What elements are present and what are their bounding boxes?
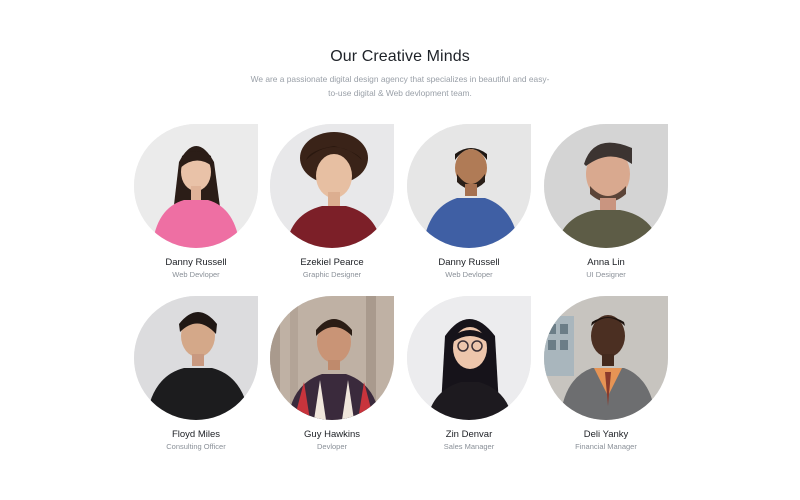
member-role: Sales Manager — [443, 442, 495, 451]
member-portrait — [407, 296, 531, 420]
team-member-card[interactable]: Floyd Miles Consulting Officer — [134, 296, 260, 456]
member-photo — [270, 124, 394, 248]
team-member-card[interactable]: Zin Denvar Sales Manager — [407, 296, 533, 456]
member-portrait — [270, 124, 394, 248]
member-name: Anna Lin — [587, 257, 625, 268]
member-portrait — [270, 296, 394, 420]
member-name: Guy Hawkins — [304, 429, 360, 440]
member-role: Consulting Officer — [166, 442, 226, 451]
member-photo — [134, 124, 258, 248]
member-portrait — [544, 124, 668, 248]
team-member-card[interactable]: Ezekiel Pearce Graphic Designer — [270, 124, 396, 284]
member-name: Floyd Miles — [171, 429, 221, 440]
team-member-card[interactable]: Deli Yanky Financial Manager — [544, 296, 670, 456]
page-title: Our Creative Minds — [330, 48, 470, 65]
member-name: Danny Russell — [438, 257, 500, 268]
member-name: Zin Denvar — [445, 429, 493, 440]
member-photo — [270, 296, 394, 420]
team-member-card[interactable]: Danny Russell Web Devloper — [407, 124, 533, 284]
member-photo — [544, 296, 668, 420]
team-member-card[interactable]: Danny Russell Web Devloper — [134, 124, 260, 284]
member-portrait — [544, 296, 668, 420]
member-role: Web Devloper — [445, 270, 493, 279]
member-photo — [544, 124, 668, 248]
member-role: Web Devloper — [172, 270, 220, 279]
member-photo — [407, 124, 531, 248]
member-name: Ezekiel Pearce — [300, 257, 364, 268]
member-photo — [407, 296, 531, 420]
member-portrait — [134, 296, 258, 420]
member-name: Danny Russell — [165, 257, 227, 268]
member-role: Graphic Designer — [302, 270, 362, 279]
member-portrait — [134, 124, 258, 248]
member-role: UI Designer — [586, 270, 626, 279]
member-portrait — [407, 124, 531, 248]
member-name: Deli Yanky — [583, 429, 629, 440]
member-role: Devloper — [316, 442, 347, 451]
member-photo — [134, 296, 258, 420]
page-subtitle: We are a passionate digital design agenc… — [250, 74, 550, 98]
team-member-card[interactable]: Anna Lin UI Designer — [544, 124, 670, 284]
team-member-card[interactable]: Guy Hawkins Devloper — [270, 296, 396, 456]
member-role: Financial Manager — [575, 442, 637, 451]
